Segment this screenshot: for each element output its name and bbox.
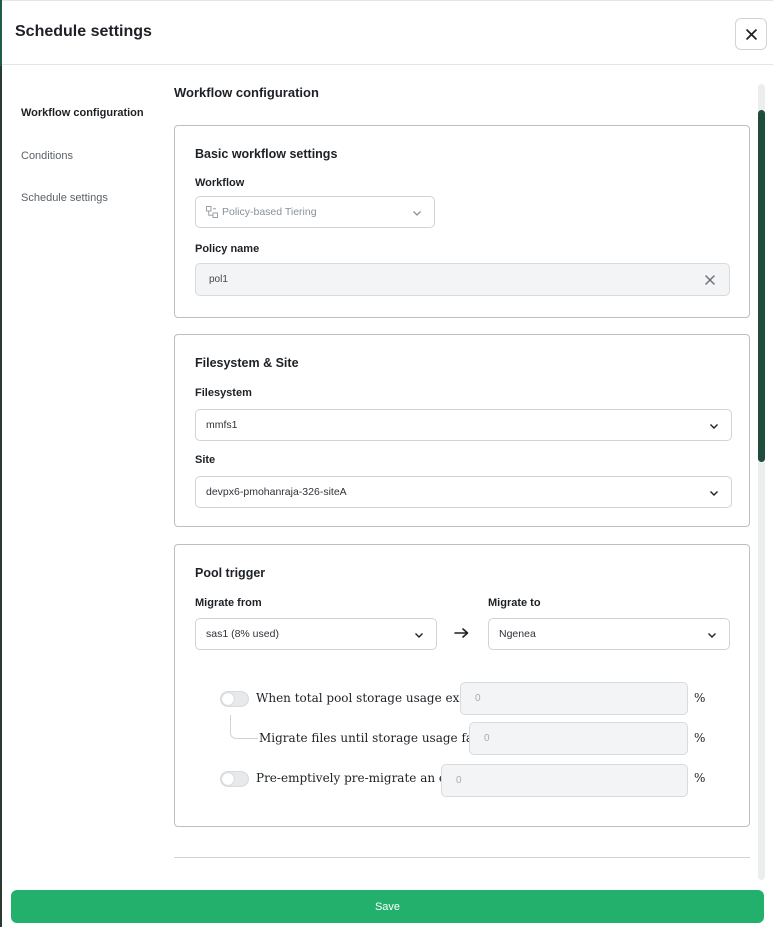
scrollbar-thumb[interactable] bbox=[758, 110, 765, 462]
percent-sign: % bbox=[694, 731, 706, 745]
header: Schedule settings bbox=[2, 0, 773, 65]
migrate-to-select[interactable]: Ngenea bbox=[488, 618, 730, 650]
chevron-down-icon bbox=[710, 424, 718, 429]
exceeds-input[interactable]: 0 bbox=[460, 682, 688, 715]
migrate-from-label: Migrate from bbox=[195, 597, 262, 609]
toggle-knob bbox=[222, 773, 234, 785]
premigrate-toggle[interactable] bbox=[220, 771, 249, 787]
policy-name-input[interactable]: pol1 bbox=[195, 263, 730, 296]
divider bbox=[174, 857, 750, 858]
migrate-from-value: sas1 (8% used) bbox=[206, 628, 279, 640]
workflow-icon bbox=[206, 206, 218, 218]
filesystem-select[interactable]: mmfs1 bbox=[195, 409, 732, 441]
left-edge bbox=[0, 0, 2, 927]
arrow-right-icon bbox=[454, 628, 469, 638]
filesystem-value: mmfs1 bbox=[206, 419, 238, 431]
chevron-down-icon bbox=[413, 211, 421, 216]
site-value: devpx6-pmohanraja-326-siteA bbox=[206, 486, 347, 498]
close-button[interactable] bbox=[735, 18, 767, 50]
workflow-select[interactable]: Policy-based Tiering bbox=[195, 196, 435, 228]
percent-sign: % bbox=[694, 771, 706, 785]
migrate-to-label: Migrate to bbox=[488, 597, 541, 609]
sidebar-item-conditions[interactable]: Conditions bbox=[21, 150, 73, 162]
workflow-label: Workflow bbox=[195, 177, 245, 189]
policy-name-value: pol1 bbox=[209, 274, 228, 285]
page-title: Schedule settings bbox=[15, 23, 152, 40]
chevron-down-icon bbox=[415, 633, 423, 638]
exceeds-placeholder: 0 bbox=[475, 693, 481, 704]
close-icon bbox=[745, 28, 757, 40]
site-select[interactable]: devpx6-pmohanraja-326-siteA bbox=[195, 476, 732, 508]
site-label: Site bbox=[195, 454, 216, 466]
section-title: Workflow configuration bbox=[174, 85, 319, 100]
chevron-down-icon bbox=[708, 633, 716, 638]
policy-name-label: Policy name bbox=[195, 243, 260, 255]
migrate-from-select[interactable]: sas1 (8% used) bbox=[195, 618, 437, 650]
percent-sign: % bbox=[694, 691, 706, 705]
premigrate-label: Pre-emptively pre-migrate an extra bbox=[256, 771, 471, 785]
nested-connector bbox=[230, 715, 258, 739]
sidebar-item-schedule-settings[interactable]: Schedule settings bbox=[21, 192, 108, 204]
exceeds-label: When total pool storage usage exceeds bbox=[256, 691, 495, 705]
card-title: Basic workflow settings bbox=[195, 147, 338, 161]
workflow-value: Policy-based Tiering bbox=[222, 206, 317, 218]
chevron-down-icon bbox=[710, 491, 718, 496]
save-button[interactable]: Save bbox=[11, 890, 764, 923]
until-placeholder: 0 bbox=[484, 733, 490, 744]
card-title: Filesystem & Site bbox=[195, 356, 299, 370]
filesystem-label: Filesystem bbox=[195, 387, 252, 399]
until-label: Migrate files until storage usage falls … bbox=[259, 731, 503, 745]
migrate-to-value: Ngenea bbox=[499, 628, 536, 640]
until-input[interactable]: 0 bbox=[469, 722, 688, 755]
card-title: Pool trigger bbox=[195, 566, 266, 580]
exceeds-toggle[interactable] bbox=[220, 691, 249, 707]
toggle-knob bbox=[222, 693, 234, 705]
filesystem-site-card: Filesystem & Site Filesystem mmfs1 Site … bbox=[174, 334, 750, 527]
sidebar-item-workflow-configuration[interactable]: Workflow configuration bbox=[21, 107, 144, 119]
clear-icon[interactable] bbox=[705, 275, 715, 285]
premigrate-input[interactable]: 0 bbox=[441, 764, 688, 797]
basic-workflow-card: Basic workflow settings Workflow Policy-… bbox=[174, 125, 750, 318]
premigrate-placeholder: 0 bbox=[456, 775, 462, 786]
